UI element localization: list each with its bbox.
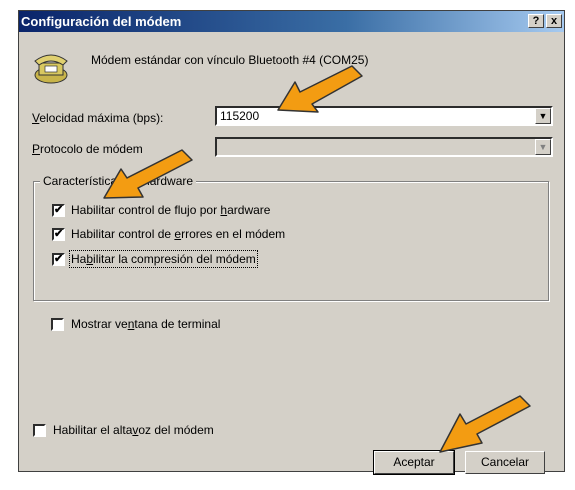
- annotation-arrow: [277, 65, 363, 113]
- annotation-arrow: [439, 395, 531, 453]
- annotation-arrow: [103, 149, 193, 199]
- annotation-overlay: [103, 65, 531, 453]
